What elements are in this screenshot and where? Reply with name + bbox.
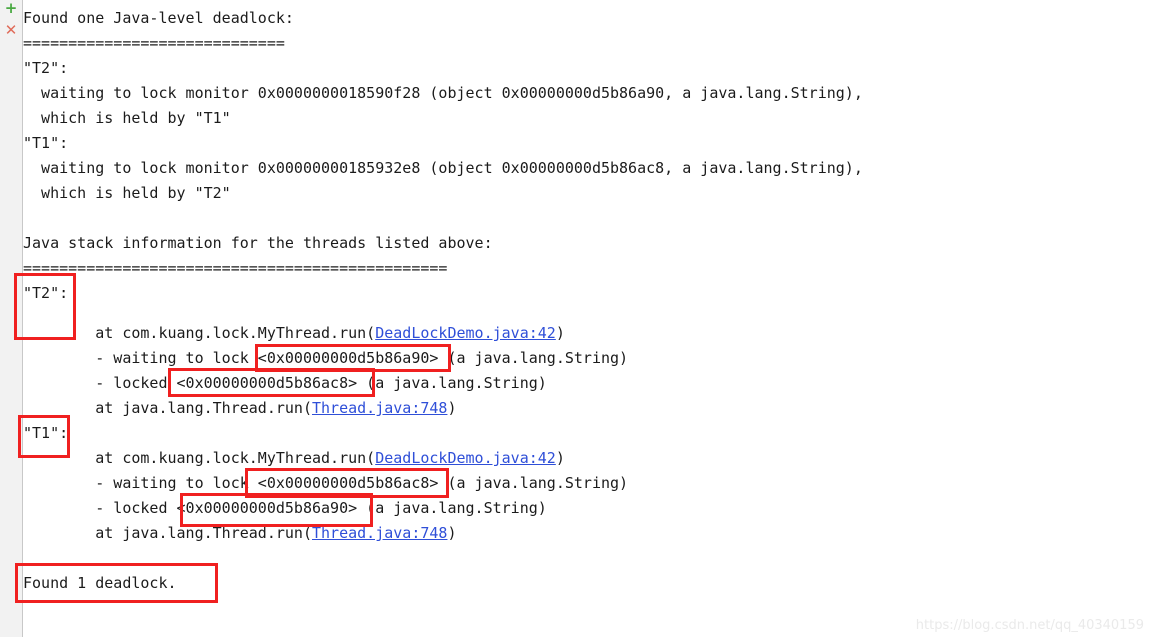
t2-frame-thread-text: at java.lang.Thread.run( xyxy=(23,399,312,417)
thread-java-link[interactable]: Thread.java:748 xyxy=(312,399,447,417)
deadlockdemo-java-link[interactable]: DeadLockDemo.java:42 xyxy=(375,324,556,342)
console-gutter: + ✕ xyxy=(0,0,23,637)
console-line-t1-locked-lock: - locked <0x00000000d5b86a90> (a java.la… xyxy=(23,499,547,517)
t1-frame-thread-text: at java.lang.Thread.run( xyxy=(23,524,312,542)
console-line-t2-waiting-lock: - waiting to lock <0x00000000d5b86a90> (… xyxy=(23,349,629,367)
console-line-t1-frame-mythread: at com.kuang.lock.MyThread.run(DeadLockD… xyxy=(23,446,565,471)
plus-icon[interactable]: + xyxy=(0,0,22,16)
console-line-t2-locked-lock: - locked <0x00000000d5b86ac8> (a java.la… xyxy=(23,374,547,392)
console-line-t2-held-by: which is held by "T1" xyxy=(23,109,231,127)
console-line-separator-stack: ========================================… xyxy=(23,259,448,277)
thread-java-link[interactable]: Thread.java:748 xyxy=(312,524,447,542)
console-line-stack-thread-t2: "T2": xyxy=(23,284,69,302)
t1-frame-mythread-suffix: ) xyxy=(555,449,565,467)
console-line-t2-frame-mythread: at com.kuang.lock.MyThread.run(DeadLockD… xyxy=(23,321,565,346)
console-line-t2-frame-thread: at java.lang.Thread.run(Thread.java:748) xyxy=(23,396,456,421)
t1-frame-mythread-text: at com.kuang.lock.MyThread.run( xyxy=(23,449,376,467)
console-line-t1-waiting-monitor: waiting to lock monitor 0x00000000185932… xyxy=(23,159,863,177)
console-line-stack-info-header: Java stack information for the threads l… xyxy=(23,234,493,252)
console-line-thread-t1: "T1": xyxy=(23,134,69,152)
console-line-t1-waiting-lock: - waiting to lock <0x00000000d5b86ac8> (… xyxy=(23,474,629,492)
close-icon[interactable]: ✕ xyxy=(0,22,22,38)
deadlockdemo-java-link[interactable]: DeadLockDemo.java:42 xyxy=(375,449,556,467)
console-line-t1-held-by: which is held by "T2" xyxy=(23,184,231,202)
console-line-t2-waiting-monitor: waiting to lock monitor 0x0000000018590f… xyxy=(23,84,863,102)
console-line-stack-thread-t1: "T1": xyxy=(23,424,69,442)
t2-frame-mythread-text: at com.kuang.lock.MyThread.run( xyxy=(23,324,376,342)
console-line-thread-t2: "T2": xyxy=(23,59,69,77)
t1-frame-thread-suffix: ) xyxy=(447,524,457,542)
t2-frame-thread-suffix: ) xyxy=(447,399,457,417)
console-line-found-deadlock-header: Found one Java-level deadlock: xyxy=(23,9,294,27)
console-line-separator-top: ============================= xyxy=(23,34,285,52)
t2-frame-mythread-suffix: ) xyxy=(555,324,565,342)
console-output-pane[interactable]: Found one Java-level deadlock: =========… xyxy=(14,0,1152,637)
watermark-text: https://blog.csdn.net/qq_40340159 xyxy=(915,618,1144,633)
console-line-t1-frame-thread: at java.lang.Thread.run(Thread.java:748) xyxy=(23,521,456,546)
console-line-found-1-deadlock: Found 1 deadlock. xyxy=(23,574,177,592)
